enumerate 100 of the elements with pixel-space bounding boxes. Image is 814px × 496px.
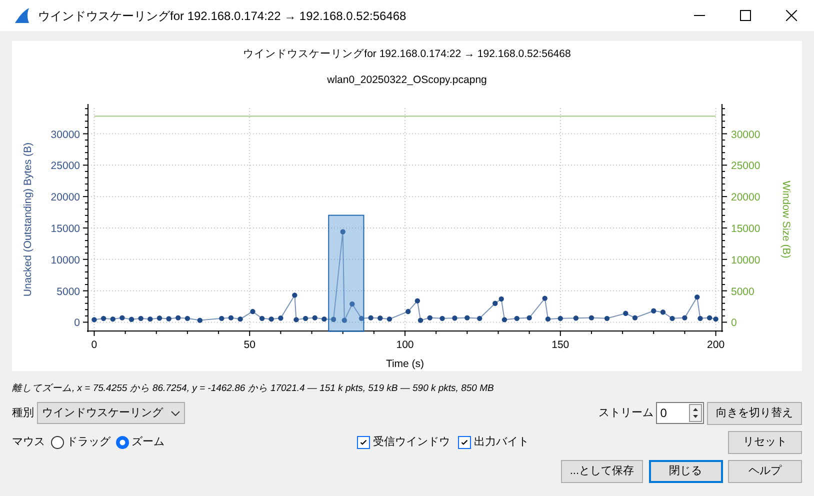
dialog-button[interactable]: ヘルプ <box>728 460 802 483</box>
axis-tick-label: 5000 <box>731 286 754 298</box>
status-text: 離してズーム, x = 75.4255 から 86.7254, y = -1462.86 から 17021.4 — 151 k pkts, 519 kB — 590 k pkts, 850 MB <box>12 382 495 396</box>
radio-label: ドラッグ <box>66 435 110 450</box>
radio-button[interactable] <box>116 436 129 449</box>
spin-arrows-icon <box>689 404 702 422</box>
data-point <box>350 301 355 307</box>
minimize-icon <box>694 15 704 16</box>
data-point <box>176 315 181 320</box>
data-point <box>197 318 202 323</box>
data-point <box>268 316 274 322</box>
data-point <box>378 316 383 321</box>
data-point <box>120 315 125 320</box>
swap-direction-button[interactable]: 向きを切り替え <box>707 402 802 425</box>
data-point <box>368 315 374 320</box>
axis-tick-label: 0 <box>731 317 737 330</box>
radio-label: ズーム <box>132 435 164 450</box>
data-point <box>148 316 153 322</box>
data-point <box>698 316 703 322</box>
data-point <box>623 310 628 316</box>
data-point <box>278 316 284 321</box>
axis-tick-label: 10000 <box>50 254 80 266</box>
axis-tick-label: 200 <box>707 339 725 351</box>
y-axis-title: Window Size (B) <box>780 180 792 258</box>
data-point <box>342 318 347 323</box>
chart-title: ウインドウスケーリングfor 192.168.0.174:22 → 192.168.0.52:56468 <box>243 48 571 60</box>
stream-label: ストリーム <box>598 406 654 421</box>
data-point <box>228 315 234 320</box>
data-point <box>259 316 265 322</box>
data-point <box>166 316 172 322</box>
data-point <box>250 308 256 314</box>
checkbox-label: 受信ウインドウ <box>372 434 450 450</box>
data-point <box>452 316 458 321</box>
axis-tick-label: 50 <box>244 339 256 351</box>
data-point <box>604 316 610 322</box>
data-point <box>660 310 666 315</box>
data-point <box>219 316 224 322</box>
close-icon <box>786 10 796 21</box>
chart-subtitle: wlan0_20250322_OScopy.pcapng <box>327 74 487 86</box>
y-axis-title: Unacked (Outstanding) Bytes (B) <box>22 142 34 297</box>
data-point <box>651 308 656 314</box>
data-point <box>294 317 299 322</box>
axis-tick-label: 25000 <box>50 160 80 172</box>
axis-tick-label: 5000 <box>56 286 80 298</box>
data-point <box>514 316 520 322</box>
dialog-button[interactable]: ...として保存 <box>560 460 643 483</box>
data-point <box>464 315 470 320</box>
data-point <box>386 316 392 322</box>
axis-tick-label: 0 <box>91 339 98 351</box>
data-point <box>340 229 346 234</box>
data-point <box>110 316 116 322</box>
axis-tick-label: 10000 <box>731 254 760 266</box>
axis-tick-label: 0 <box>74 317 80 330</box>
data-point <box>414 298 420 304</box>
radio-button[interactable] <box>50 436 64 449</box>
data-point <box>632 315 638 320</box>
data-point <box>542 296 548 301</box>
axis-tick-label: 20000 <box>50 192 80 204</box>
data-point <box>156 316 162 321</box>
axis-tick-label: 100 <box>396 339 414 351</box>
data-point <box>670 316 675 322</box>
axis-tick-label: 15000 <box>731 222 760 235</box>
data-point <box>682 315 688 320</box>
data-point <box>440 316 445 322</box>
data-point <box>184 316 190 322</box>
axis-tick-label: 30000 <box>50 128 80 141</box>
axis-tick-label: 30000 <box>731 128 760 141</box>
data-point <box>526 315 532 320</box>
checkbox-label: 出力バイト <box>474 435 529 450</box>
axis-tick-label: 150 <box>552 339 570 351</box>
type-dropdown[interactable]: ウインドウスケーリング <box>36 402 185 424</box>
data-point <box>406 308 411 314</box>
data-point <box>100 316 106 322</box>
data-point <box>292 292 298 298</box>
x-axis-title: Time (s) <box>386 358 424 370</box>
shark-fin-icon <box>14 8 30 23</box>
data-point <box>588 315 594 320</box>
data-point <box>418 318 424 323</box>
data-point <box>558 316 563 322</box>
data-point <box>138 316 144 322</box>
mouse-label: マウス <box>12 435 45 450</box>
dialog-button[interactable]: 閉じる <box>648 460 722 483</box>
axis-tick-label: 15000 <box>50 222 80 235</box>
data-point <box>238 316 243 322</box>
data-point <box>92 317 97 322</box>
data-point <box>322 316 327 322</box>
data-point <box>502 317 508 322</box>
checkbox[interactable] <box>357 436 370 449</box>
data-point <box>302 316 308 322</box>
checkbox[interactable] <box>458 436 471 449</box>
reset-button[interactable]: リセット <box>728 430 802 454</box>
data-point <box>694 294 700 300</box>
type-label: 種別 <box>12 406 34 421</box>
data-point <box>545 316 551 322</box>
axis-tick-label: 25000 <box>731 160 760 172</box>
data-point <box>358 316 364 322</box>
data-point <box>427 315 432 320</box>
maximize-icon <box>740 10 750 21</box>
axis-tick-label: 20000 <box>731 192 760 204</box>
window-title: ウインドウスケーリングfor 192.168.0.174:22 → 192.168.0.52:56468 <box>38 8 406 24</box>
